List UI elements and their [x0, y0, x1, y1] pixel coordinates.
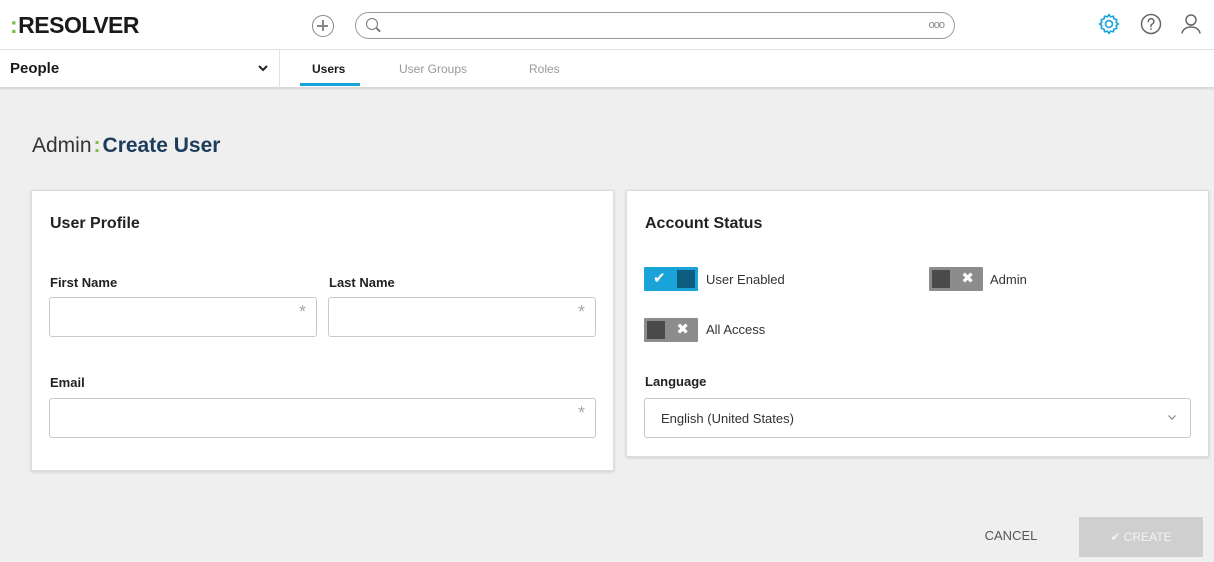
- section-label: People: [10, 60, 60, 77]
- top-bar: :RESOLVER ooo: [0, 0, 1214, 50]
- resolver-logo[interactable]: :RESOLVER: [10, 12, 139, 39]
- last-name-field[interactable]: *: [328, 297, 596, 337]
- tab-roles[interactable]: Roles: [529, 62, 560, 76]
- check-icon: ✔: [653, 270, 666, 287]
- page-title-prefix: Admin: [32, 134, 92, 157]
- help-icon[interactable]: [1139, 12, 1163, 36]
- language-label: Language: [645, 374, 707, 389]
- all-access-toggle[interactable]: ✖: [644, 318, 698, 342]
- chevron-down-icon: [258, 65, 268, 72]
- first-name-label: First Name: [50, 275, 118, 290]
- chevron-down-icon: [1168, 415, 1176, 420]
- search-bar[interactable]: ooo: [355, 12, 955, 39]
- user-icon[interactable]: [1179, 12, 1203, 36]
- search-icon: [366, 18, 378, 30]
- active-tab-indicator: [300, 83, 360, 86]
- user-enabled-toggle[interactable]: ✔: [644, 267, 698, 291]
- last-name-label: Last Name: [329, 275, 395, 290]
- close-icon: ✖: [961, 270, 974, 287]
- required-indicator: *: [298, 302, 306, 322]
- admin-label: Admin: [990, 272, 1027, 287]
- section-selector[interactable]: People: [10, 50, 280, 88]
- create-button-label: CREATE: [1123, 530, 1172, 544]
- tab-user-groups[interactable]: User Groups: [399, 62, 467, 76]
- first-name-input[interactable]: [58, 308, 284, 328]
- account-status-card: Account Status ✔ User Enabled ✖ Admin ✖ …: [626, 190, 1209, 457]
- user-enabled-label: User Enabled: [706, 272, 785, 287]
- create-button[interactable]: ✔ CREATE: [1079, 517, 1203, 557]
- page-title: Admin:Create User: [32, 134, 221, 157]
- tab-users[interactable]: Users: [312, 62, 345, 76]
- user-profile-card: User Profile First Name * Last Name * Em…: [31, 190, 614, 471]
- search-input[interactable]: [388, 15, 928, 35]
- last-name-input[interactable]: [337, 308, 563, 328]
- email-input[interactable]: [58, 409, 563, 429]
- cancel-button[interactable]: CANCEL: [973, 519, 1049, 553]
- first-name-field[interactable]: *: [49, 297, 317, 337]
- page-title-main: Create User: [102, 134, 221, 157]
- card-title: Account Status: [645, 215, 763, 232]
- email-label: Email: [50, 375, 85, 390]
- check-icon: ✔: [1110, 530, 1121, 544]
- card-title: User Profile: [50, 215, 140, 232]
- search-options-icon[interactable]: ooo: [929, 19, 945, 31]
- close-icon: ✖: [676, 321, 689, 338]
- language-value: English (United States): [661, 411, 794, 426]
- sub-navigation: People Users User Groups Roles: [0, 50, 1214, 88]
- all-access-label: All Access: [706, 322, 766, 337]
- add-icon[interactable]: [312, 15, 334, 37]
- email-field[interactable]: *: [49, 398, 596, 438]
- language-select[interactable]: English (United States): [644, 398, 1191, 438]
- required-indicator: *: [577, 302, 585, 322]
- admin-toggle[interactable]: ✖: [929, 267, 983, 291]
- required-indicator: *: [577, 403, 585, 423]
- gear-icon[interactable]: [1097, 12, 1121, 36]
